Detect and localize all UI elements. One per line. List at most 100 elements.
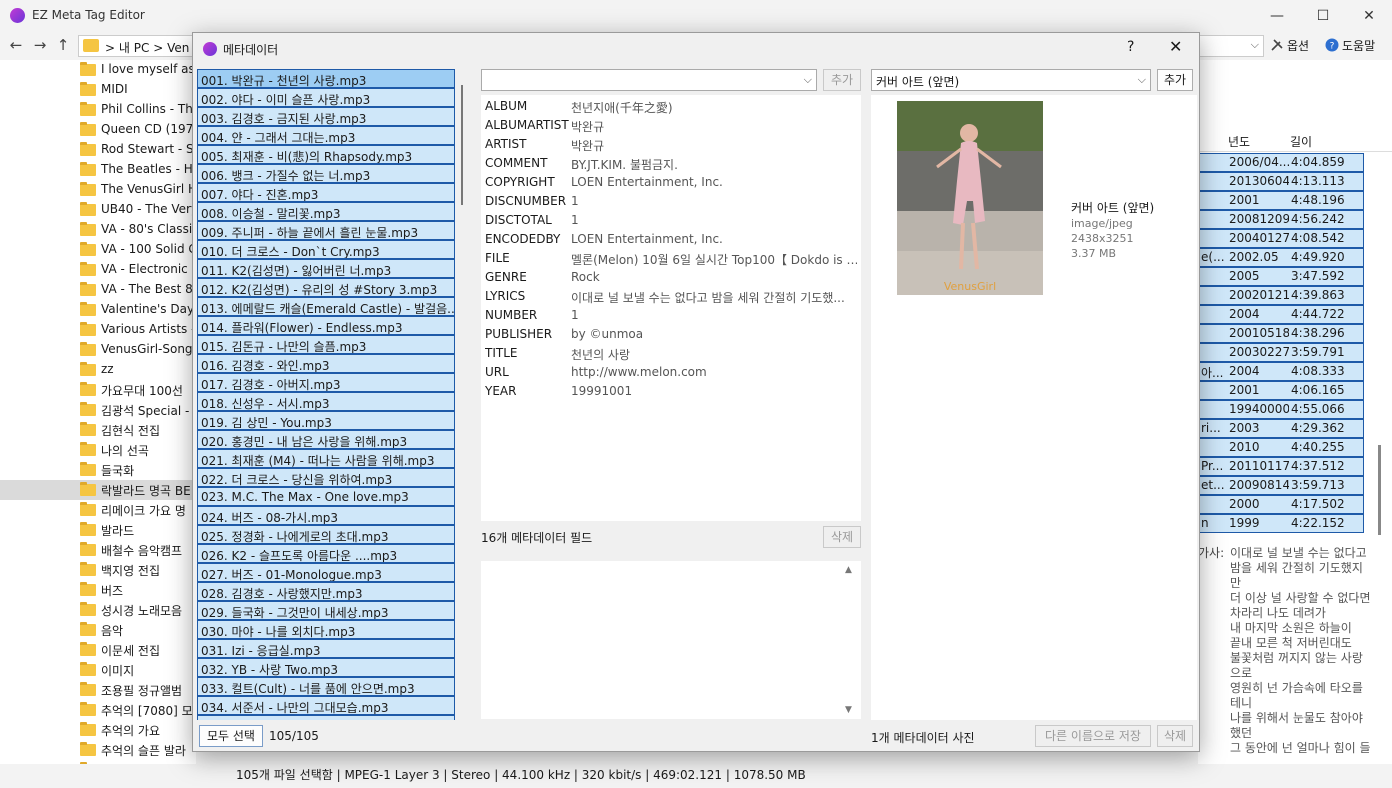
file-list-item[interactable]: 029. 들국화 - 그것만이 내세상.mp3: [197, 601, 455, 620]
metadata-row[interactable]: PUBLISHER by ©unmoa: [485, 325, 857, 344]
tree-item[interactable]: 가요무대 100선: [0, 380, 196, 400]
delete-photo-button[interactable]: 삭제: [1157, 725, 1193, 747]
file-list-item[interactable]: 016. 김경호 - 와인.mp3: [197, 354, 455, 373]
cover-type-combo[interactable]: 커버 아트 (앞면) ⌵: [871, 69, 1151, 91]
table-row[interactable]: 20081209 4:56.242: [1198, 210, 1364, 229]
add-tag-button[interactable]: 추가: [823, 69, 861, 91]
metadata-row[interactable]: ENCODEDBY LOEN Entertainment, Inc.: [485, 230, 857, 249]
column-header-year[interactable]: 년도: [1228, 133, 1250, 150]
file-list-item[interactable]: 011. K2(김성면) - 잃어버린 너.mp3: [197, 259, 455, 278]
tree-item[interactable]: 리메이크 가요 명: [0, 500, 196, 520]
table-row[interactable]: 2006/04... 4:04.859: [1198, 153, 1364, 172]
tree-item[interactable]: VA - The Best 80s: [0, 280, 196, 300]
tree-item[interactable]: 김현식 전집: [0, 420, 196, 440]
file-list-item[interactable]: 002. 야다 - 이미 슬픈 사랑.mp3: [197, 88, 455, 107]
minimize-button[interactable]: —: [1254, 0, 1300, 32]
metadata-row[interactable]: COMMENT BY.JT.KIM. 불펌금지.: [485, 154, 857, 173]
table-row[interactable]: 2000 4:17.502: [1198, 495, 1364, 514]
file-list-item[interactable]: 008. 이승철 - 말리꽃.mp3: [197, 202, 455, 221]
table-scrollbar[interactable]: [1378, 445, 1381, 535]
tree-item[interactable]: 배철수 음악캠프: [0, 540, 196, 560]
breadcrumb-my-pc[interactable]: 내 PC: [119, 41, 149, 55]
tree-item[interactable]: Various Artists - V: [0, 320, 196, 340]
close-button[interactable]: ✕: [1346, 0, 1392, 32]
file-list-item[interactable]: 010. 더 크로스 - Don`t Cry.mp3: [197, 240, 455, 259]
file-list-item[interactable]: 025. 정경화 - 나에게로의 초대.mp3: [197, 525, 455, 544]
dialog-help-button[interactable]: ?: [1127, 39, 1134, 55]
tree-item[interactable]: 추억의 가요: [0, 720, 196, 740]
table-row[interactable]: 20020121 4:39.863: [1198, 286, 1364, 305]
file-list-item[interactable]: 019. 김 상민 - You.mp3: [197, 411, 455, 430]
table-row[interactable]: 아... 2004 4:08.333: [1198, 362, 1364, 381]
tree-item[interactable]: 추억의 슬픈 발라: [0, 740, 196, 760]
table-row[interactable]: 20040127 4:08.542: [1198, 229, 1364, 248]
file-list-item[interactable]: 035. 조장혁 - 중독된 사랑.mp3: [197, 715, 455, 720]
table-row[interactable]: 2005 3:47.592: [1198, 267, 1364, 286]
file-list-scrollbar[interactable]: [461, 85, 463, 205]
file-list-item[interactable]: 032. YB - 사랑 Two.mp3: [197, 658, 455, 677]
file-list-item[interactable]: 024. 버즈 - 08-가시.mp3: [197, 506, 455, 525]
table-row[interactable]: e(... 2002.05 4:49.920: [1198, 248, 1364, 267]
metadata-row[interactable]: DISCNUMBER 1: [485, 192, 857, 211]
tree-item[interactable]: 김광석 Special - B: [0, 400, 196, 420]
file-list-item[interactable]: 021. 최재훈 (M4) - 떠나는 사람을 위해.mp3: [197, 449, 455, 468]
file-list-item[interactable]: 028. 김경호 - 사랑했지만.mp3: [197, 582, 455, 601]
tree-item[interactable]: Rod Stewart - Sor: [0, 140, 196, 160]
select-all-button[interactable]: 모두 선택: [199, 725, 263, 747]
tree-item[interactable]: VA - Electronic 80: [0, 260, 196, 280]
file-list[interactable]: 001. 박완규 - 천년의 사랑.mp3 002. 야다 - 이미 슬픈 사랑.…: [197, 69, 455, 720]
tree-item[interactable]: 성시경 노래모음: [0, 600, 196, 620]
metadata-row[interactable]: ALBUM 천년지애(千年之愛): [485, 97, 857, 116]
file-list-item[interactable]: 012. K2(김성면) - 유리의 성 #Story 3.mp3: [197, 278, 455, 297]
tree-item[interactable]: Queen CD (1973): [0, 120, 196, 140]
tree-item[interactable]: I love myself as a: [0, 60, 196, 80]
metadata-row[interactable]: LYRICS 이대로 널 보낼 수는 없다고 밤을 세워 간절히 기도했...: [485, 287, 857, 306]
tree-item[interactable]: 이미지: [0, 660, 196, 680]
file-list-item[interactable]: 005. 최재훈 - 비(悲)의 Rhapsody.mp3: [197, 145, 455, 164]
metadata-row[interactable]: FILE 멜론(Melon) 10월 6일 실시간 Top100【 Dokdo i…: [485, 249, 857, 268]
cover-art-image[interactable]: VenusGirl: [897, 101, 1043, 295]
column-header-length[interactable]: 길이: [1290, 133, 1312, 150]
value-editor[interactable]: [481, 561, 861, 719]
breadcrumb-folder[interactable]: Ven: [167, 41, 189, 55]
metadata-row[interactable]: GENRE Rock: [485, 268, 857, 287]
tree-item[interactable]: MIDI: [0, 80, 196, 100]
metadata-row[interactable]: YEAR 19991001: [485, 382, 857, 401]
tree-item[interactable]: VenusGirl-Song: [0, 340, 196, 360]
file-list-item[interactable]: 003. 김경호 - 금지된 사랑.mp3: [197, 107, 455, 126]
table-row[interactable]: 20130604 4:13.113: [1198, 172, 1364, 191]
tree-item[interactable]: The VenusGirl Hit: [0, 180, 196, 200]
tree-item[interactable]: 추억의 [7080] 모음: [0, 700, 196, 720]
up-arrow-icon[interactable]: ↑: [53, 35, 73, 55]
file-list-item[interactable]: 017. 김경호 - 아버지.mp3: [197, 373, 455, 392]
file-list-item[interactable]: 013. 에메랄드 캐슬(Emerald Castle) - 발걸음....: [197, 297, 455, 316]
file-list-item[interactable]: 033. 컬트(Cult) - 너를 품에 안으면.mp3: [197, 677, 455, 696]
tree-item[interactable]: 버즈: [0, 580, 196, 600]
help-button[interactable]: ? 도움말: [1325, 37, 1375, 54]
metadata-row[interactable]: COPYRIGHT LOEN Entertainment, Inc.: [485, 173, 857, 192]
address-bar[interactable]: > 내 PC > Ven: [78, 35, 198, 57]
metadata-row[interactable]: TITLE 천년의 사랑: [485, 344, 857, 363]
table-row[interactable]: et... 20090814 3:59.713: [1198, 476, 1364, 495]
table-row[interactable]: 19940000 4:55.066: [1198, 400, 1364, 419]
table-row[interactable]: Pr... 20110117 4:37.512: [1198, 457, 1364, 476]
tree-item[interactable]: zz: [0, 360, 196, 380]
metadata-row[interactable]: ARTIST 박완규: [485, 135, 857, 154]
tree-item[interactable]: 음악: [0, 620, 196, 640]
file-list-item[interactable]: 022. 더 크로스 - 당신을 위하여.mp3: [197, 468, 455, 487]
file-list-item[interactable]: 015. 김돈규 - 나만의 슬픔.mp3: [197, 335, 455, 354]
options-button[interactable]: 옵션: [1270, 37, 1309, 54]
file-list-item[interactable]: 001. 박완규 - 천년의 사랑.mp3: [197, 69, 455, 88]
search-dropdown[interactable]: ⌵: [1198, 35, 1264, 57]
tree-item[interactable]: The Beatles - Hey: [0, 160, 196, 180]
file-list-item[interactable]: 009. 주니퍼 - 하늘 끝에서 흘린 눈물.mp3: [197, 221, 455, 240]
file-list-item[interactable]: 004. 얀 - 그래서 그대는.mp3: [197, 126, 455, 145]
folder-tree[interactable]: I love myself as a MIDI Phil Collins - The…: [0, 60, 196, 764]
tree-item[interactable]: 이문세 전집: [0, 640, 196, 660]
file-list-item[interactable]: 006. 뱅크 - 가질수 없는 너.mp3: [197, 164, 455, 183]
maximize-button[interactable]: ☐: [1300, 0, 1346, 32]
metadata-row[interactable]: ALBUMARTIST 박완규: [485, 116, 857, 135]
tag-field-combo[interactable]: ⌵: [481, 69, 817, 91]
metadata-table[interactable]: ALBUM 천년지애(千年之愛) ALBUMARTIST 박완규 ARTIST 박완규 CO…: [481, 95, 861, 521]
tree-item[interactable]: 조용필 정규앨범: [0, 680, 196, 700]
